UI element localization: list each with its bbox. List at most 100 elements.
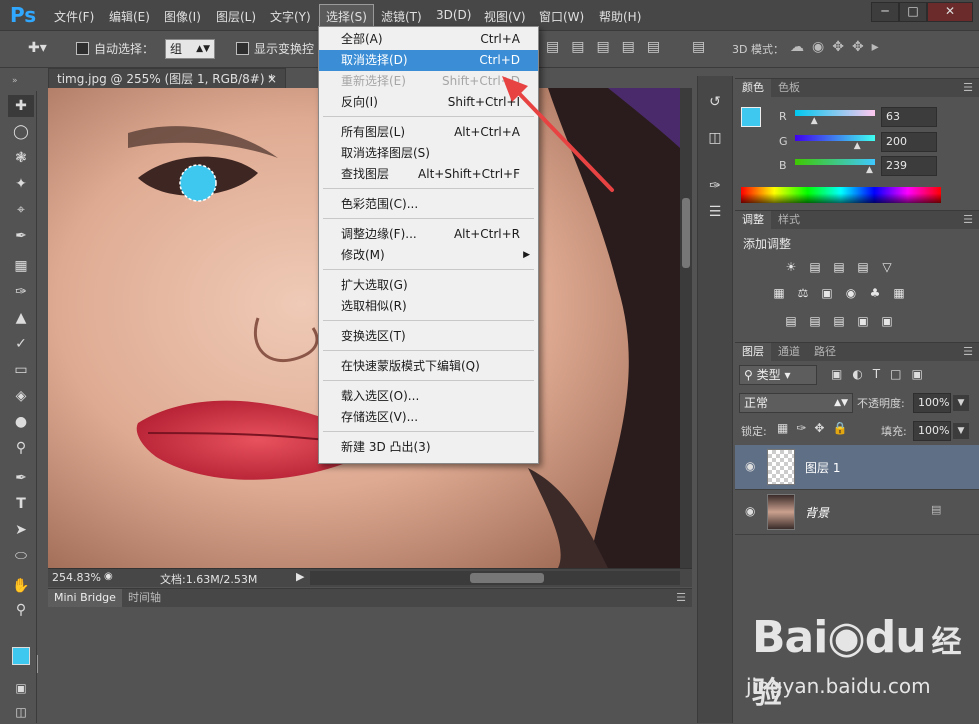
horizontal-scrollbar[interactable] [310, 571, 680, 585]
selective-color-icon[interactable]: ▣ [855, 313, 871, 329]
lock-icons[interactable]: ▦✑✥🔒 [777, 421, 855, 435]
levels-icon[interactable]: ▤ [807, 259, 823, 275]
crop-tool-icon[interactable]: ⌖ [8, 199, 34, 221]
color-balance-icon[interactable]: ⚖ [795, 285, 811, 301]
auto-select-checkbox[interactable] [76, 42, 89, 55]
shape-tool-icon[interactable]: ⬭ [8, 545, 34, 567]
maximize-button[interactable]: □ [899, 2, 927, 22]
gradient-fill-icon[interactable]: ▣ [879, 313, 895, 329]
b-slider-thumb[interactable]: ▲ [866, 165, 873, 175]
history-brush-icon[interactable]: ✓ [8, 333, 34, 355]
eyedropper-icon[interactable]: ✒ [8, 225, 34, 247]
curves-icon[interactable]: ▤ [831, 259, 847, 275]
status-menu-arrow-icon[interactable]: ▶ [296, 570, 304, 583]
g-value[interactable]: 200 [881, 132, 937, 152]
g-slider-thumb[interactable]: ▲ [854, 141, 861, 151]
menu-window[interactable]: 窗口(W) [539, 8, 584, 25]
align-icons[interactable]: ▤▤▤▤▤ [546, 39, 672, 55]
g-slider[interactable] [795, 135, 875, 141]
tab-layers[interactable]: 图层 [735, 343, 771, 361]
posterize-icon[interactable]: ▤ [807, 313, 823, 329]
healing-brush-icon[interactable]: ▦ [8, 255, 34, 277]
auto-select-dropdown[interactable]: 组 ▲▼ [165, 39, 215, 59]
zoom-level[interactable]: 254.83% [52, 571, 101, 584]
tab-mini-bridge[interactable]: Mini Bridge [48, 589, 122, 607]
menu-item-modify[interactable]: 修改(M) ▶ [319, 245, 538, 266]
menu-image[interactable]: 图像(I) [164, 8, 201, 25]
color-lookup-icon[interactable]: ▦ [891, 285, 907, 301]
layer-filter-dropdown[interactable]: ⚲ 类型 ▾ [739, 365, 817, 385]
menu-item-new-3d-extrusion[interactable]: 新建 3D 凸出(3) [319, 437, 538, 458]
magic-wand-icon[interactable]: ✦ [8, 173, 34, 195]
menu-item-all[interactable]: 全部(A) Ctrl+A [319, 29, 538, 50]
tab-adjustments[interactable]: 调整 [735, 211, 771, 229]
3d-panel-icon[interactable]: ◫ [703, 128, 727, 148]
menu-file[interactable]: 文件(F) [54, 8, 94, 25]
tab-swatches[interactable]: 色板 [771, 79, 807, 97]
document-tab[interactable]: timg.jpg @ 255% (图层 1, RGB/8#) * × [48, 68, 286, 90]
history-panel-icon[interactable]: ↺ [703, 92, 727, 112]
menu-type[interactable]: 文字(Y) [270, 8, 311, 25]
brightness-icon[interactable]: ☀ [783, 259, 799, 275]
blur-tool-icon[interactable]: ● [8, 411, 34, 433]
exposure-icon[interactable]: ▤ [855, 259, 871, 275]
menu-help[interactable]: 帮助(H) [599, 8, 641, 25]
vertical-scrollbar[interactable] [680, 88, 692, 568]
move-tool-icon[interactable]: ✚ [8, 95, 34, 117]
color-foreground-swatch[interactable] [741, 107, 761, 127]
r-slider[interactable] [795, 110, 875, 116]
channel-mixer-icon[interactable]: ♣ [867, 285, 883, 301]
paint-bucket-icon[interactable]: ◈ [8, 385, 34, 407]
zoom-tool-icon[interactable]: ⚲ [8, 599, 34, 621]
minimize-button[interactable]: ─ [871, 2, 899, 22]
show-transform-checkbox[interactable] [236, 42, 249, 55]
visibility-eye-icon[interactable]: ◉ [745, 504, 755, 518]
foreground-color-swatch[interactable] [12, 647, 30, 665]
menu-item-load-selection[interactable]: 载入选区(O)... [319, 386, 538, 407]
r-value[interactable]: 63 [881, 107, 937, 127]
color-panel-menu-icon[interactable]: ☰ [963, 81, 973, 94]
fill-arrow-icon[interactable]: ▼ [953, 423, 969, 439]
menu-edit[interactable]: 编辑(E) [109, 8, 150, 25]
eraser-tool-icon[interactable]: ▭ [8, 359, 34, 381]
menu-item-similar[interactable]: 选取相似(R) [319, 296, 538, 317]
layers-menu-icon[interactable]: ☰ [963, 345, 973, 358]
distribute-icon[interactable]: ▤ [692, 39, 705, 55]
opacity-arrow-icon[interactable]: ▼ [953, 395, 969, 411]
menu-item-grow[interactable]: 扩大选取(G) [319, 275, 538, 296]
menu-filter[interactable]: 滤镜(T) [381, 8, 422, 25]
tab-color[interactable]: 颜色 [735, 79, 771, 97]
threshold-icon[interactable]: ▤ [831, 313, 847, 329]
path-select-icon[interactable]: ➤ [8, 519, 34, 541]
tab-channels[interactable]: 通道 [771, 343, 807, 361]
menu-item-refine-edge[interactable]: 调整边缘(F)... Alt+Ctrl+R [319, 224, 538, 245]
brush-tool-icon[interactable]: ✑ [8, 281, 34, 303]
screen-mode-icon[interactable]: ◫ [8, 701, 34, 723]
hue-saturation-icon[interactable]: ▦ [771, 285, 787, 301]
menu-layer[interactable]: 图层(L) [216, 8, 256, 25]
close-tab-icon[interactable]: × [267, 69, 277, 89]
opacity-value[interactable]: 100% [913, 393, 951, 413]
brush-panel-icon[interactable]: ✑ [703, 176, 727, 196]
horizontal-scroll-thumb[interactable] [470, 573, 544, 583]
quick-mask-icon[interactable]: ▣ [8, 677, 34, 699]
clone-stamp-icon[interactable]: ▲ [8, 307, 34, 329]
fill-value[interactable]: 100% [913, 421, 951, 441]
dodge-tool-icon[interactable]: ⚲ [8, 437, 34, 459]
menu-item-quick-mask[interactable]: 在快速蒙版模式下编辑(Q) [319, 356, 538, 377]
menu-item-deselect[interactable]: 取消选择(D) Ctrl+D [319, 50, 538, 71]
r-slider-thumb[interactable]: ▲ [811, 116, 818, 126]
3d-mode-icons[interactable]: ☁◉✥✥▸ [790, 39, 887, 55]
menu-item-save-selection[interactable]: 存储选区(V)... [319, 407, 538, 428]
lasso-tool-icon[interactable]: ❃ [8, 147, 34, 169]
layer-name[interactable]: 背景 [805, 504, 829, 521]
gradient-map-icon[interactable]: ▽ [879, 259, 895, 275]
tab-styles[interactable]: 样式 [771, 211, 807, 229]
adjustments-menu-icon[interactable]: ☰ [963, 213, 973, 226]
black-white-icon[interactable]: ▣ [819, 285, 835, 301]
pen-tool-icon[interactable]: ✒ [8, 467, 34, 489]
layer-row-layer1[interactable]: ◉ 图层 1 [735, 445, 979, 490]
b-value[interactable]: 239 [881, 156, 937, 176]
type-tool-icon[interactable]: T [8, 493, 34, 515]
marquee-tool-icon[interactable]: ◯ [8, 121, 34, 143]
